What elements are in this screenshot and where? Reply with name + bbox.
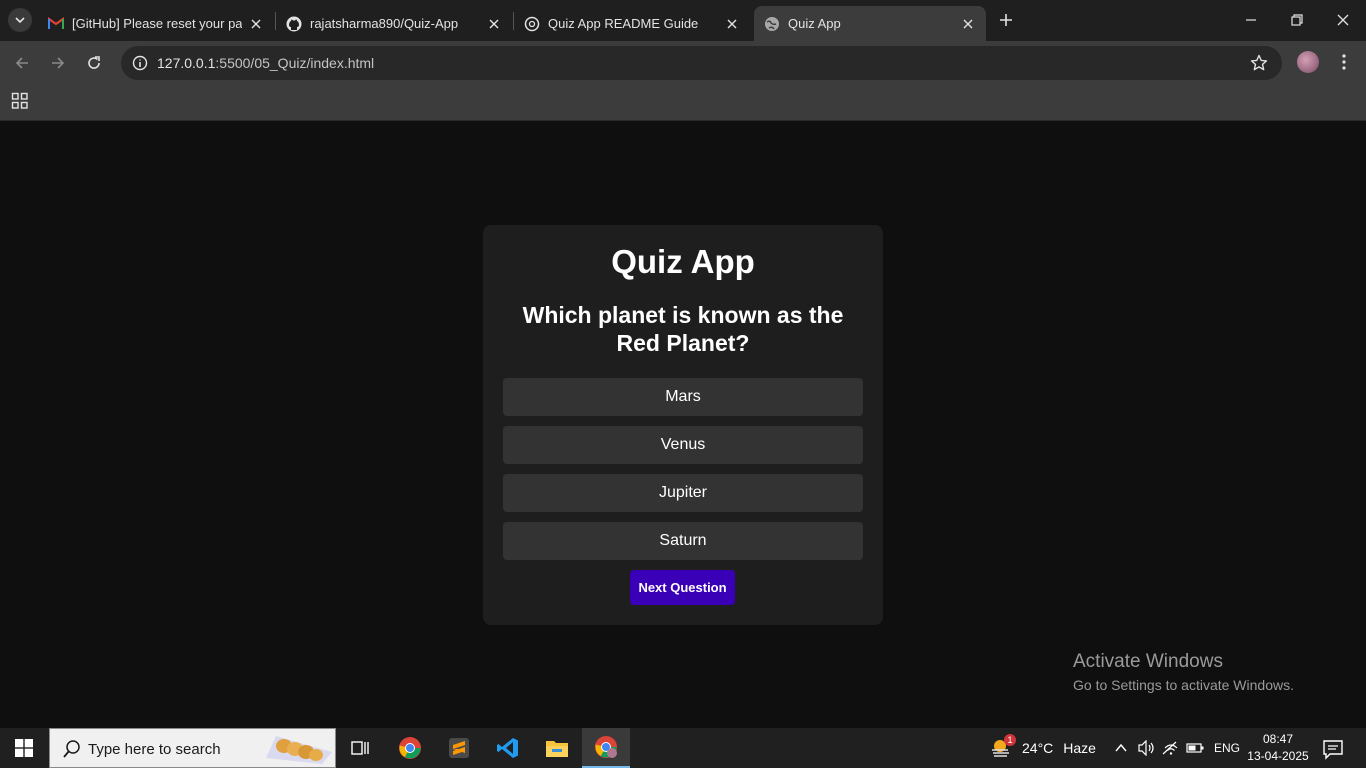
reload-button[interactable] bbox=[80, 49, 108, 77]
forward-button[interactable] bbox=[44, 49, 72, 77]
close-window-button[interactable] bbox=[1320, 0, 1366, 40]
gmail-icon bbox=[48, 16, 64, 32]
next-question-button[interactable]: Next Question bbox=[630, 570, 735, 605]
taskbar-vscode[interactable] bbox=[484, 728, 532, 768]
address-bar[interactable]: 127.0.0.1:5500/05_Quiz/index.html bbox=[121, 46, 1282, 80]
weather-description: Haze bbox=[1063, 740, 1096, 756]
task-view-icon bbox=[351, 741, 369, 755]
new-tab-button[interactable] bbox=[994, 8, 1018, 32]
taskbar-file-explorer[interactable] bbox=[533, 728, 581, 768]
notification-center-icon[interactable] bbox=[1322, 738, 1344, 760]
tab-title: Quiz App README Guide bbox=[548, 16, 699, 31]
answer-button-venus[interactable]: Venus bbox=[503, 426, 863, 464]
taskbar: Type here to search 1 24°C Haze ENG 08:4… bbox=[0, 728, 1366, 768]
plus-icon bbox=[1000, 14, 1012, 26]
tab-quiz-app[interactable]: Quiz App bbox=[754, 6, 986, 41]
vscode-icon bbox=[497, 738, 518, 758]
wifi-icon[interactable] bbox=[1162, 740, 1180, 756]
search-highlight-illustration-icon bbox=[266, 736, 332, 764]
taskbar-clock[interactable]: 08:47 13-04-2025 bbox=[1246, 731, 1310, 765]
weather-widget[interactable]: 1 24°C Haze bbox=[990, 728, 1096, 768]
tab-search-button[interactable] bbox=[8, 8, 32, 32]
more-vertical-icon bbox=[1342, 54, 1346, 70]
chevron-up-icon[interactable] bbox=[1114, 741, 1128, 755]
answer-button-mars[interactable]: Mars bbox=[503, 378, 863, 416]
tab-title: rajatsharma890/Quiz-App bbox=[310, 16, 459, 31]
minimize-button[interactable] bbox=[1228, 0, 1274, 40]
url-host: 127.0.0.1 bbox=[157, 55, 216, 71]
clock-date: 13-04-2025 bbox=[1247, 749, 1309, 763]
url-path: :5500/05_Quiz/index.html bbox=[215, 55, 375, 71]
close-icon[interactable] bbox=[248, 16, 264, 32]
profile-avatar[interactable] bbox=[1297, 51, 1319, 73]
battery-icon[interactable] bbox=[1186, 742, 1204, 754]
reload-icon bbox=[88, 56, 100, 69]
bookmarks-bar bbox=[0, 85, 1366, 121]
quiz-question: Which planet is known as the Red Planet? bbox=[522, 302, 844, 356]
restore-button[interactable] bbox=[1274, 0, 1320, 40]
taskbar-chrome-profile[interactable] bbox=[582, 728, 630, 768]
close-icon bbox=[1337, 14, 1349, 26]
weather-haze-icon: 1 bbox=[990, 734, 1016, 759]
tab-github[interactable]: rajatsharma890/Quiz-App bbox=[276, 6, 512, 41]
tab-chatgpt[interactable]: Quiz App README Guide bbox=[514, 6, 750, 41]
taskbar-chrome[interactable] bbox=[386, 728, 434, 768]
close-icon[interactable] bbox=[960, 16, 976, 32]
close-icon[interactable] bbox=[724, 16, 740, 32]
bookmark-star-icon[interactable] bbox=[1250, 54, 1268, 72]
tab-title: [GitHub] Please reset your password bbox=[72, 16, 242, 31]
search-icon bbox=[63, 740, 80, 758]
openai-icon bbox=[524, 16, 540, 32]
arrow-right-icon bbox=[52, 57, 65, 69]
tab-strip: [GitHub] Please reset your password raja… bbox=[0, 0, 1366, 41]
browser-menu-button[interactable] bbox=[1333, 51, 1355, 73]
tab-title: Quiz App bbox=[788, 16, 841, 31]
site-info-icon[interactable] bbox=[129, 52, 151, 74]
browser-toolbar: 127.0.0.1:5500/05_Quiz/index.html bbox=[0, 41, 1366, 85]
quiz-title: Quiz App bbox=[611, 243, 755, 280]
chevron-down-icon bbox=[15, 17, 25, 24]
quiz-card: Quiz App Which planet is known as the Re… bbox=[483, 225, 883, 625]
watermark-subtitle: Go to Settings to activate Windows. bbox=[1073, 677, 1294, 693]
answer-button-saturn[interactable]: Saturn bbox=[503, 522, 863, 560]
chrome-icon bbox=[399, 737, 421, 759]
arrow-left-icon bbox=[15, 57, 28, 69]
url-text[interactable]: 127.0.0.1:5500/05_Quiz/index.html bbox=[157, 55, 374, 71]
weather-badge: 1 bbox=[1004, 734, 1016, 746]
language-indicator[interactable]: ENG bbox=[1214, 741, 1240, 755]
volume-icon[interactable] bbox=[1138, 740, 1156, 756]
clock-time: 08:47 bbox=[1262, 732, 1294, 746]
start-button[interactable] bbox=[0, 728, 48, 768]
system-tray: ENG bbox=[1114, 728, 1240, 768]
taskbar-sublime-text[interactable] bbox=[435, 728, 483, 768]
folder-icon bbox=[546, 741, 568, 757]
watermark-title: Activate Windows bbox=[1073, 651, 1223, 672]
search-placeholder: Type here to search bbox=[88, 741, 221, 758]
chrome-profile-icon bbox=[595, 736, 617, 758]
globe-icon bbox=[764, 16, 780, 32]
windows-logo-icon bbox=[15, 739, 33, 757]
task-view-button[interactable] bbox=[336, 728, 384, 768]
apps-grid-icon[interactable] bbox=[11, 92, 29, 110]
page-viewport: Quiz App Which planet is known as the Re… bbox=[0, 121, 1366, 728]
tab-gmail[interactable]: [GitHub] Please reset your password bbox=[38, 6, 274, 41]
restore-icon bbox=[1291, 14, 1303, 26]
activation-watermark: Activate Windows Go to Settings to activ… bbox=[1073, 651, 1294, 693]
taskbar-search-box[interactable]: Type here to search bbox=[49, 728, 336, 768]
answer-button-jupiter[interactable]: Jupiter bbox=[503, 474, 863, 512]
sublime-text-icon bbox=[449, 738, 469, 758]
back-button[interactable] bbox=[8, 49, 36, 77]
github-icon bbox=[286, 16, 302, 32]
weather-temperature: 24°C bbox=[1022, 740, 1054, 756]
minimize-icon bbox=[1246, 19, 1256, 21]
close-icon[interactable] bbox=[486, 16, 502, 32]
